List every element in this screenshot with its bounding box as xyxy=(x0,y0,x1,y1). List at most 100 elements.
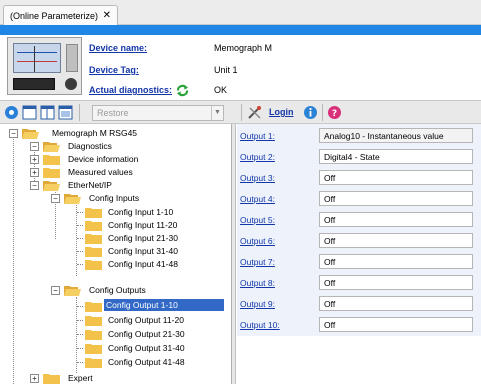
tree-item-label: Measured values xyxy=(68,167,133,177)
output-value[interactable]: Off xyxy=(319,191,473,206)
output-value[interactable]: Off xyxy=(319,275,473,290)
view-icon[interactable] xyxy=(22,105,37,120)
output-label[interactable]: Output 5: xyxy=(240,215,275,225)
output-value[interactable]: Off xyxy=(319,296,473,311)
collapse-icon[interactable]: − xyxy=(51,286,60,295)
folder-open-icon xyxy=(22,129,39,139)
tree-item-label: Config Outputs xyxy=(89,285,146,295)
tree-item-diagnostics[interactable]: − Diagnostics xyxy=(0,140,230,153)
login-link[interactable]: Login xyxy=(269,107,294,117)
diagnostics-status: OK xyxy=(214,85,228,95)
tree-item-ethernet-ip[interactable]: − EtherNet/IP xyxy=(0,179,230,192)
tree-item-measured-values[interactable]: + Measured values xyxy=(0,166,230,179)
output-row: Output 7: Off xyxy=(237,252,481,271)
tree-item-label: Memograph M RSG45 xyxy=(52,128,138,138)
restore-select[interactable]: Restore ▼ xyxy=(92,105,224,121)
refresh-icon[interactable] xyxy=(176,84,189,97)
output-label[interactable]: Output 4: xyxy=(240,194,275,204)
tree-item-memograph[interactable]: − Memograph M RSG45 xyxy=(0,127,230,140)
folder-icon xyxy=(85,358,102,368)
output-value[interactable]: Off xyxy=(319,212,473,227)
tree-item-config-output-1-10[interactable]: Config Output 1-10 xyxy=(0,299,230,313)
collapse-icon[interactable]: − xyxy=(30,181,39,190)
tree-item-config-inputs[interactable]: − Config Inputs xyxy=(0,192,230,205)
tree-item-label: Diagnostics xyxy=(68,141,112,151)
device-image xyxy=(7,37,82,95)
tree-item-config-output-11-20[interactable]: Config Output 11-20 xyxy=(0,314,230,327)
info-icon[interactable] xyxy=(303,105,318,120)
pane-splitter[interactable] xyxy=(232,124,236,384)
output-label[interactable]: Output 10: xyxy=(240,320,280,330)
tree-item-config-input-11-20[interactable]: Config Input 11-20 xyxy=(0,219,230,232)
expand-icon[interactable]: + xyxy=(30,168,39,177)
toolbar: Restore ▼ Login ? xyxy=(0,100,481,124)
output-value[interactable]: Off xyxy=(319,317,473,332)
tree-item-label: Config Output 11-20 xyxy=(108,315,184,325)
folder-icon xyxy=(85,344,102,354)
output-label[interactable]: Output 8: xyxy=(240,278,275,288)
output-value[interactable]: Digital4 - State xyxy=(319,149,473,164)
tree-item-label: Config Output 31-40 xyxy=(108,343,185,353)
tree-item-config-input-21-30[interactable]: Config Input 21-30 xyxy=(0,232,230,245)
output-row: Output 2: Digital4 - State xyxy=(237,147,481,166)
close-icon[interactable]: ✕ xyxy=(103,10,111,21)
tree-item-label: Config Input 41-48 xyxy=(108,259,178,269)
output-label[interactable]: Output 1: xyxy=(240,131,275,141)
folder-icon xyxy=(85,234,102,244)
tree-item-config-output-31-40[interactable]: Config Output 31-40 xyxy=(0,342,230,355)
expand-icon[interactable]: + xyxy=(30,374,39,383)
output-row: Output 6: Off xyxy=(237,231,481,250)
tree-item-config-output-41-48[interactable]: Config Output 41-48 xyxy=(0,356,230,369)
chevron-down-icon[interactable]: ▼ xyxy=(211,106,223,120)
output-value[interactable]: Off xyxy=(319,233,473,248)
folder-icon xyxy=(85,247,102,257)
tree-item-label: Config Output 21-30 xyxy=(108,329,185,339)
output-row: Output 8: Off xyxy=(237,273,481,292)
diagnostics-label-wrap: Actual diagnostics: xyxy=(89,84,214,97)
device-tag-value: Unit 1 xyxy=(214,65,238,75)
tab-online-parameterize[interactable]: (Online Parameterize) ✕ xyxy=(3,5,118,25)
output-value[interactable]: Analog10 - Instantaneous value xyxy=(319,128,473,143)
navigation-tree: − Memograph M RSG45 − Diagnostics + Devi… xyxy=(0,124,232,384)
tree-item-config-output-21-30[interactable]: Config Output 21-30 xyxy=(0,328,230,341)
device-name-value: Memograph M xyxy=(214,43,273,53)
tree-item-label: Config Input 1-10 xyxy=(108,207,174,217)
tree-item-label: Config Input 31-40 xyxy=(108,246,178,256)
tree-item-config-input-41-48[interactable]: Config Input 41-48 xyxy=(0,258,230,271)
help-icon[interactable]: ? xyxy=(327,105,342,120)
tree-item-device-information[interactable]: + Device information xyxy=(0,153,230,166)
output-value[interactable]: Off xyxy=(319,254,473,269)
output-row: Output 1: Analog10 - Instantaneous value xyxy=(237,126,481,145)
tree-item-config-input-31-40[interactable]: Config Input 31-40 xyxy=(0,245,230,258)
tree-item-label-selected: Config Output 1-10 xyxy=(104,299,224,311)
output-row: Output 5: Off xyxy=(237,210,481,229)
split-view-icon[interactable] xyxy=(40,105,55,120)
device-name-label[interactable]: Device name: xyxy=(89,43,214,53)
folder-icon xyxy=(43,168,60,178)
window-icon[interactable] xyxy=(58,105,73,120)
tools-icon[interactable] xyxy=(247,105,262,120)
tree-item-config-input-1-10[interactable]: Config Input 1-10 xyxy=(0,206,230,219)
output-label[interactable]: Output 2: xyxy=(240,152,275,162)
output-value[interactable]: Off xyxy=(319,170,473,185)
tree-item-label: Config Output 41-48 xyxy=(108,357,185,367)
expand-icon[interactable]: + xyxy=(30,155,39,164)
output-row: Output 10: Off xyxy=(237,315,481,334)
config-icon[interactable] xyxy=(4,105,19,120)
collapse-icon[interactable]: − xyxy=(30,142,39,151)
output-label[interactable]: Output 7: xyxy=(240,257,275,267)
collapse-icon[interactable]: − xyxy=(9,129,18,138)
output-label[interactable]: Output 9: xyxy=(240,299,275,309)
output-label[interactable]: Output 3: xyxy=(240,173,275,183)
folder-icon xyxy=(85,330,102,340)
actual-diagnostics-label[interactable]: Actual diagnostics: xyxy=(89,85,172,95)
output-label[interactable]: Output 6: xyxy=(240,236,275,246)
device-tag-label[interactable]: Device Tag: xyxy=(89,65,214,75)
output-row: Output 3: Off xyxy=(237,168,481,187)
tree-item-expert[interactable]: + Expert xyxy=(0,372,230,384)
folder-icon xyxy=(43,155,60,165)
folder-open-icon xyxy=(64,194,81,204)
tree-item-config-outputs[interactable]: − Config Outputs xyxy=(0,284,230,297)
tree-item-label: Config Input 11-20 xyxy=(108,220,178,230)
collapse-icon[interactable]: − xyxy=(51,194,60,203)
